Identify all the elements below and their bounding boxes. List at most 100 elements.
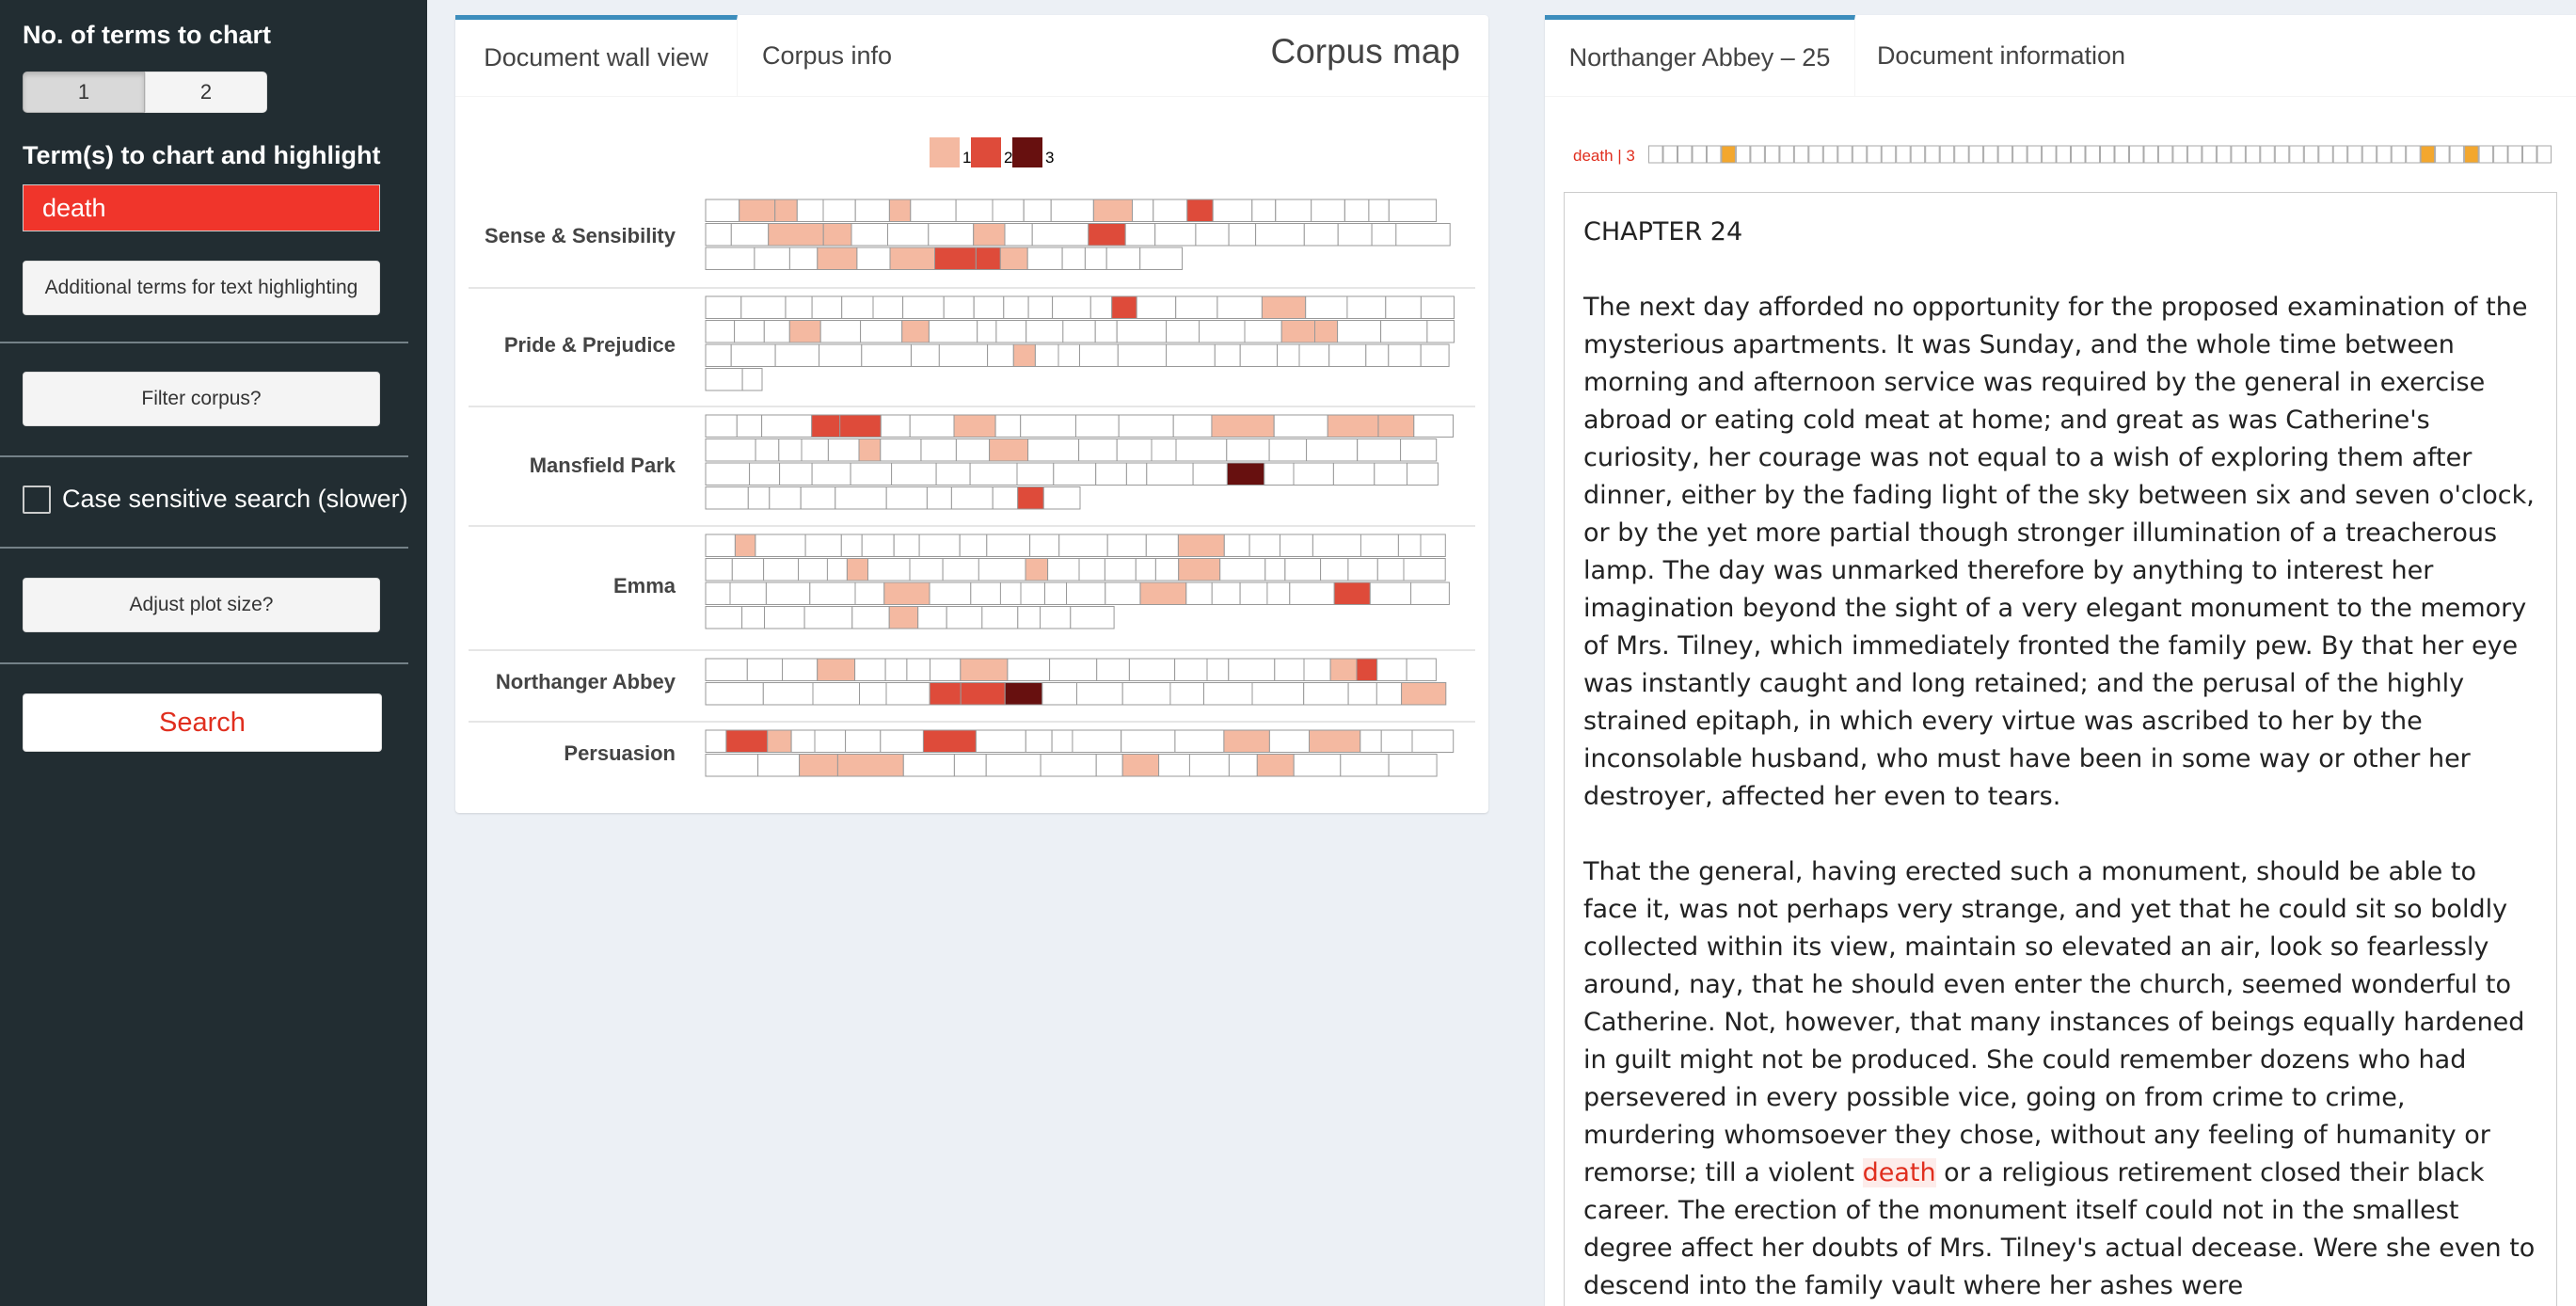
wall-cell[interactable]	[909, 558, 944, 581]
wall-cell[interactable]	[814, 729, 847, 753]
wall-cell[interactable]	[1027, 295, 1054, 319]
wall-cell[interactable]	[917, 606, 947, 629]
strip-cell[interactable]	[2056, 145, 2071, 164]
wall-cell[interactable]	[1166, 320, 1200, 343]
wall-cell[interactable]	[872, 295, 904, 319]
wall-cell[interactable]	[782, 658, 819, 681]
strip-cell[interactable]	[2449, 145, 2465, 164]
wall-cell[interactable]	[767, 729, 792, 753]
wall-cell[interactable]	[975, 729, 1026, 753]
wall-cell[interactable]	[839, 414, 882, 438]
wall-cell[interactable]	[1020, 414, 1077, 438]
strip-cell[interactable]	[2361, 145, 2377, 164]
wall-cell[interactable]	[891, 462, 937, 486]
case-sensitive-row[interactable]: Case sensitive search (slower)	[23, 485, 408, 514]
wall-cell[interactable]	[731, 558, 765, 581]
wall-cell[interactable]	[1413, 414, 1454, 438]
wall-cell[interactable]	[1251, 199, 1277, 222]
wall-cell[interactable]	[959, 534, 988, 557]
strip-cell[interactable]	[2435, 145, 2450, 164]
wall-cell[interactable]	[762, 682, 814, 706]
strip-cell[interactable]	[2493, 145, 2508, 164]
wall-cell[interactable]	[1223, 534, 1250, 557]
wall-cell[interactable]	[1306, 438, 1359, 462]
wall-cell[interactable]	[1219, 558, 1266, 581]
wall-cell[interactable]	[841, 295, 874, 319]
tab-northanger-abbey-25[interactable]: Northanger Abbey – 25	[1545, 15, 1855, 96]
wall-cell[interactable]	[730, 223, 770, 247]
strip-cell[interactable]	[2042, 145, 2057, 164]
wall-cell[interactable]	[1078, 438, 1118, 462]
wall-cell[interactable]	[1400, 438, 1438, 462]
wall-cell[interactable]	[800, 486, 836, 510]
strip-cell[interactable]	[2027, 145, 2043, 164]
wall-cell[interactable]	[1185, 581, 1213, 605]
wall-cell[interactable]	[1049, 658, 1098, 681]
wall-cell[interactable]	[1139, 247, 1184, 270]
wall-cell[interactable]	[1211, 414, 1275, 438]
wall-cell[interactable]	[817, 247, 858, 270]
wall-cell[interactable]	[880, 438, 922, 462]
wall-cell[interactable]	[928, 320, 978, 343]
filter-corpus-button[interactable]: Filter corpus?	[23, 372, 380, 426]
strip-cell[interactable]	[1735, 145, 1751, 164]
wall-cell[interactable]	[1375, 682, 1403, 706]
wall-cell[interactable]	[1298, 343, 1330, 367]
wall-cell[interactable]	[749, 462, 781, 486]
wall-cell[interactable]	[953, 414, 996, 438]
wall-cell[interactable]	[986, 534, 1031, 557]
wall-cell[interactable]	[763, 320, 790, 343]
wall-cell[interactable]	[796, 199, 824, 222]
wall-cell[interactable]	[1410, 581, 1450, 605]
strip-cell[interactable]	[1678, 145, 1693, 164]
wall-cell[interactable]	[705, 368, 743, 391]
wall-cell[interactable]	[835, 486, 887, 510]
wall-cell[interactable]	[1223, 729, 1270, 753]
wall-cell[interactable]	[1084, 247, 1107, 270]
wall-cell[interactable]	[1050, 199, 1094, 222]
wall-cell[interactable]	[1169, 682, 1204, 706]
wall-cell[interactable]	[1020, 581, 1045, 605]
wall-cell[interactable]	[1040, 606, 1072, 629]
wall-cell[interactable]	[1239, 343, 1279, 367]
strip-cell[interactable]	[2464, 145, 2479, 164]
wall-cell[interactable]	[1096, 658, 1130, 681]
wall-cell[interactable]	[1329, 658, 1358, 681]
wall-cell[interactable]	[1188, 754, 1230, 777]
wall-cell[interactable]	[840, 534, 863, 557]
highlighted-term[interactable]: death	[1862, 1158, 1936, 1187]
wall-cell[interactable]	[799, 754, 838, 777]
wall-cell[interactable]	[811, 414, 841, 438]
wall-cell[interactable]	[705, 320, 736, 343]
wall-cell[interactable]	[883, 581, 930, 605]
wall-cell[interactable]	[1017, 486, 1044, 510]
wall-cell[interactable]	[1312, 534, 1362, 557]
wall-cell[interactable]	[1365, 343, 1390, 367]
wall-cell[interactable]	[754, 247, 790, 270]
strip-cell[interactable]	[2172, 145, 2187, 164]
wall-cell[interactable]	[926, 486, 952, 510]
wall-cell[interactable]	[1216, 295, 1263, 319]
wall-cell[interactable]	[975, 247, 1001, 270]
wall-cell[interactable]	[1132, 199, 1154, 222]
wall-cell[interactable]	[880, 414, 911, 438]
wall-cell[interactable]	[1058, 534, 1108, 557]
wall-cell[interactable]	[1088, 223, 1126, 247]
strip-cell[interactable]	[2143, 145, 2158, 164]
wall-cell[interactable]	[1261, 295, 1307, 319]
wall-cell[interactable]	[1337, 223, 1373, 247]
wall-cell[interactable]	[1226, 462, 1265, 486]
wall-cell[interactable]	[987, 343, 1014, 367]
strip-cell[interactable]	[2303, 145, 2319, 164]
strip-cell[interactable]	[2274, 145, 2290, 164]
wall-cell[interactable]	[1012, 343, 1036, 367]
strip-cell[interactable]	[1968, 145, 1984, 164]
wall-cell[interactable]	[1266, 581, 1291, 605]
wall-cell[interactable]	[884, 658, 908, 681]
wall-cell[interactable]	[1420, 534, 1446, 557]
wall-cell[interactable]	[1264, 462, 1295, 486]
strip-cell[interactable]	[2245, 145, 2261, 164]
strip-cell[interactable]	[1793, 145, 1809, 164]
wall-cell[interactable]	[885, 682, 930, 706]
wall-cell[interactable]	[1403, 558, 1446, 581]
